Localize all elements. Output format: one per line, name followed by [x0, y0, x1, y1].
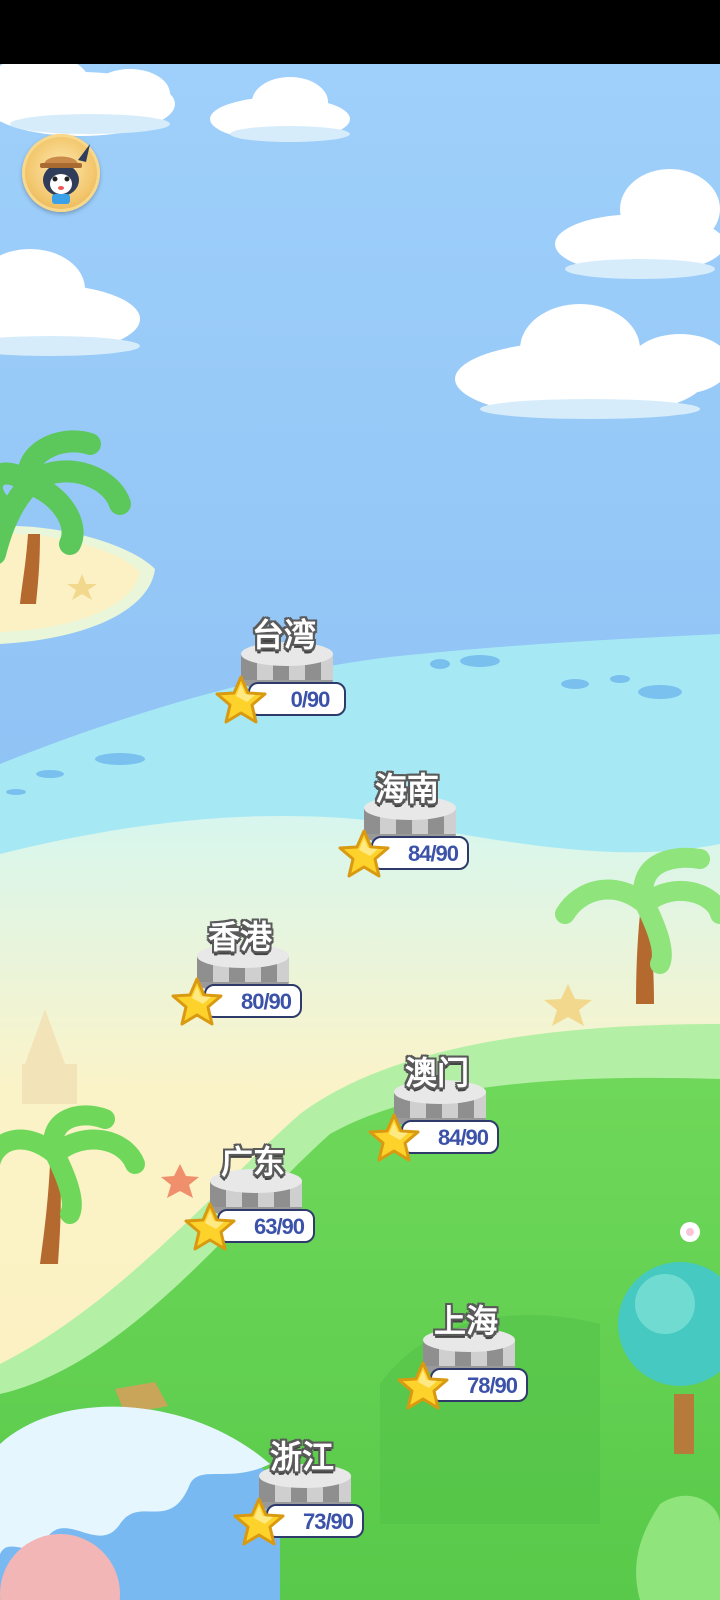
status-bar — [0, 0, 720, 64]
level-node-macau[interactable]: 澳门 84/90 — [367, 1048, 507, 1168]
star-icon — [368, 1113, 420, 1162]
level-name: 浙江 — [269, 1438, 334, 1476]
level-name: 广东 — [220, 1143, 285, 1181]
level-node-zhejiang[interactable]: 浙江 73/90 — [232, 1432, 372, 1552]
level-name: 上海 — [433, 1302, 498, 1340]
level-node-taiwan[interactable]: 台湾 0/90 — [214, 610, 354, 730]
star-icon — [338, 829, 390, 878]
star-icon — [171, 977, 223, 1026]
star-score: 84/90 — [407, 841, 459, 866]
player-avatar[interactable] — [22, 134, 100, 212]
level-name: 澳门 — [404, 1054, 469, 1092]
star-score: 84/90 — [437, 1125, 489, 1150]
level-node-shanghai[interactable]: 上海 78/90 — [396, 1296, 536, 1416]
level-node-guangdong[interactable]: 广东 63/90 — [183, 1137, 323, 1257]
star-score: 80/90 — [240, 989, 292, 1014]
star-icon — [397, 1361, 449, 1410]
level-node-hongkong[interactable]: 香港 80/90 — [170, 912, 310, 1032]
level-map-scene[interactable]: 台湾 0/90 海南 84/90 香港 80/90 澳门 84/90 广东 63… — [0, 64, 720, 1600]
star-icon — [233, 1497, 285, 1546]
level-node-hainan[interactable]: 海南 84/90 — [337, 764, 477, 884]
level-name: 海南 — [374, 770, 439, 808]
level-name: 台湾 — [251, 616, 316, 654]
star-icon — [184, 1202, 236, 1251]
star-score: 0/90 — [290, 687, 331, 712]
rabbit-avatar-icon — [40, 144, 90, 204]
star-icon — [215, 675, 267, 724]
star-score: 63/90 — [253, 1214, 305, 1239]
star-score: 78/90 — [466, 1373, 518, 1398]
star-score: 73/90 — [302, 1509, 354, 1534]
level-name: 香港 — [207, 918, 272, 956]
